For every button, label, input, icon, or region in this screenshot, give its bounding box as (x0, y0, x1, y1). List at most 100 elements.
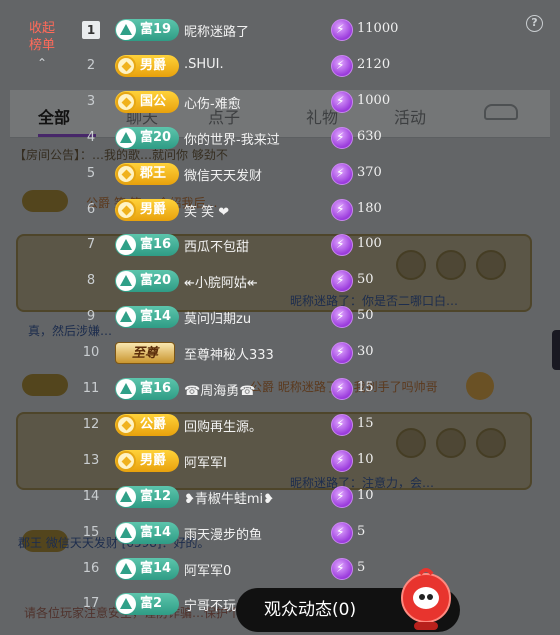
leaderboard-row[interactable]: 9 富14 莫问归期zu 50 (0, 299, 560, 335)
lightning-coin-icon (331, 162, 353, 185)
lightning-coin-icon (331, 198, 353, 221)
user-nickname[interactable]: 至尊神秘人333 (184, 344, 274, 363)
wealth-level-icon (116, 522, 136, 543)
level-badge-label: 至尊 (131, 346, 158, 362)
level-badge-label: 富14 (140, 524, 172, 540)
leaderboard-row[interactable]: 14 富12 ❥青椒牛蛙mi❥ 10 (0, 479, 560, 515)
level-badge-label: 富14 (140, 560, 172, 576)
leaderboard-row[interactable]: 1 富19 昵称迷路了 11000 (0, 12, 560, 48)
noble-rank-icon (116, 91, 136, 112)
level-badge-label: 富20 (140, 129, 172, 145)
contribution-amount: 5 (357, 559, 366, 575)
rank-number: 7 (86, 237, 96, 253)
user-nickname[interactable]: ☎周海勇☎ (184, 380, 255, 399)
rank-number: 5 (86, 165, 96, 181)
level-badge-label: 富12 (140, 488, 172, 504)
leaderboard-row[interactable]: 16 富14 阿军军0 5 (0, 551, 560, 587)
user-nickname[interactable]: 雨天漫步的鱼 (184, 524, 262, 543)
noble-rank-icon (116, 55, 136, 76)
rank-number: 1 (82, 21, 100, 39)
user-nickname[interactable]: 回购再生源。 (184, 416, 262, 435)
level-badge-label: 富19 (140, 22, 172, 37)
lightning-coin-icon (331, 126, 353, 149)
rank-number: 3 (86, 93, 96, 109)
rank-number: 17 (82, 596, 100, 612)
rank-number: 16 (82, 560, 100, 576)
user-nickname[interactable]: 莫问归期zu (184, 308, 251, 327)
lightning-coin-icon (331, 54, 353, 77)
user-nickname[interactable]: 微信天天发财 (184, 165, 262, 184)
leaderboard-row[interactable]: 15 富14 雨天漫步的鱼 5 (0, 515, 560, 551)
lightning-coin-icon (331, 234, 353, 257)
contribution-amount: 30 (357, 344, 374, 360)
level-badge-label: 男爵 (140, 57, 167, 73)
lightning-coin-icon (331, 19, 353, 41)
user-nickname[interactable]: 笑 笑 ❤ (184, 201, 229, 220)
leaderboard-row[interactable]: 2 男爵 .SHUI. 2120 (0, 48, 560, 84)
mascot-icon[interactable] (398, 568, 454, 632)
leaderboard-row[interactable]: 7 富16 西瓜不包甜 100 (0, 227, 560, 263)
rank-number: 9 (86, 309, 96, 325)
contribution-amount: 180 (357, 200, 382, 216)
leaderboard-row[interactable]: 6 男爵 笑 笑 ❤ 180 (0, 192, 560, 228)
level-badge-label: 富2 (140, 596, 163, 612)
contribution-amount: 1000 (357, 92, 391, 108)
level-badge: 男爵 (115, 54, 179, 77)
contribution-amount: 2120 (357, 56, 391, 72)
level-badge: 男爵 (115, 198, 179, 221)
lightning-coin-icon (331, 270, 353, 293)
leaderboard-row[interactable]: 5 郡王 微信天天发财 370 (0, 156, 560, 192)
lightning-coin-icon (331, 90, 353, 113)
wealth-level-icon (116, 558, 136, 579)
user-nickname[interactable]: 昵称迷路了 (184, 21, 249, 40)
user-nickname[interactable]: ❥青椒牛蛙mi❥ (184, 488, 274, 507)
user-nickname[interactable]: 心伤-难愈 (184, 93, 241, 112)
contribution-amount: 10 (357, 451, 374, 467)
wealth-level-icon (116, 20, 136, 40)
level-badge: 富16 (115, 234, 179, 257)
level-badge: 富20 (115, 126, 179, 149)
leaderboard-row[interactable]: 12 公爵 回购再生源。 15 (0, 407, 560, 443)
user-nickname[interactable]: ↞小脘阿姑↞ (184, 272, 258, 291)
level-badge-label: 国公 (140, 93, 167, 109)
rank-number: 2 (86, 57, 96, 73)
lightning-coin-icon (331, 449, 353, 472)
level-badge-label: 郡王 (140, 165, 167, 181)
rank-number: 14 (82, 488, 100, 504)
level-badge-label: 富16 (140, 237, 172, 253)
level-badge: 富14 (115, 521, 179, 544)
level-badge: 国公 (115, 90, 179, 113)
contribution-amount: 5 (357, 523, 366, 539)
level-badge: 富20 (115, 270, 179, 293)
lightning-coin-icon (331, 306, 353, 329)
user-nickname[interactable]: 你的世界-我来过 (184, 129, 280, 148)
level-badge-label: 男爵 (140, 452, 167, 468)
level-badge: 男爵 (115, 449, 179, 472)
user-nickname[interactable]: 阿军军I (184, 452, 227, 471)
contribution-amount: 50 (357, 308, 374, 324)
rank-number: 6 (86, 201, 96, 217)
leaderboard-row[interactable]: 3 国公 心伤-难愈 1000 (0, 84, 560, 120)
leaderboard-row[interactable]: 4 富20 你的世界-我来过 630 (0, 120, 560, 156)
leaderboard-row[interactable]: 10 至尊 至尊神秘人333 30 (0, 335, 560, 371)
contribution-amount: 15 (357, 415, 374, 431)
leaderboard-row[interactable]: 13 男爵 阿军军I 10 (0, 443, 560, 479)
contribution-amount: 10 (357, 487, 374, 503)
contribution-amount: 11000 (357, 21, 399, 36)
user-nickname[interactable]: .SHUI. (184, 57, 224, 72)
rank-number: 15 (82, 524, 100, 540)
leaderboard-row[interactable]: 11 富16 ☎周海勇☎ 15 (0, 371, 560, 407)
leaderboard-row[interactable]: 8 富20 ↞小脘阿姑↞ 50 (0, 263, 560, 299)
level-badge: 富14 (115, 557, 179, 580)
wealth-level-icon (116, 307, 136, 328)
lightning-coin-icon (331, 521, 353, 544)
level-badge: 至尊 (115, 342, 175, 365)
level-badge: 郡王 (115, 162, 179, 185)
user-nickname[interactable]: 西瓜不包甜 (184, 236, 249, 255)
user-nickname[interactable]: 阿军军0 (184, 560, 231, 579)
rank-number: 13 (82, 452, 100, 468)
level-badge: 公爵 (115, 413, 179, 436)
level-badge: 富14 (115, 306, 179, 329)
lightning-coin-icon (331, 557, 353, 580)
rank-number: 8 (86, 273, 96, 289)
